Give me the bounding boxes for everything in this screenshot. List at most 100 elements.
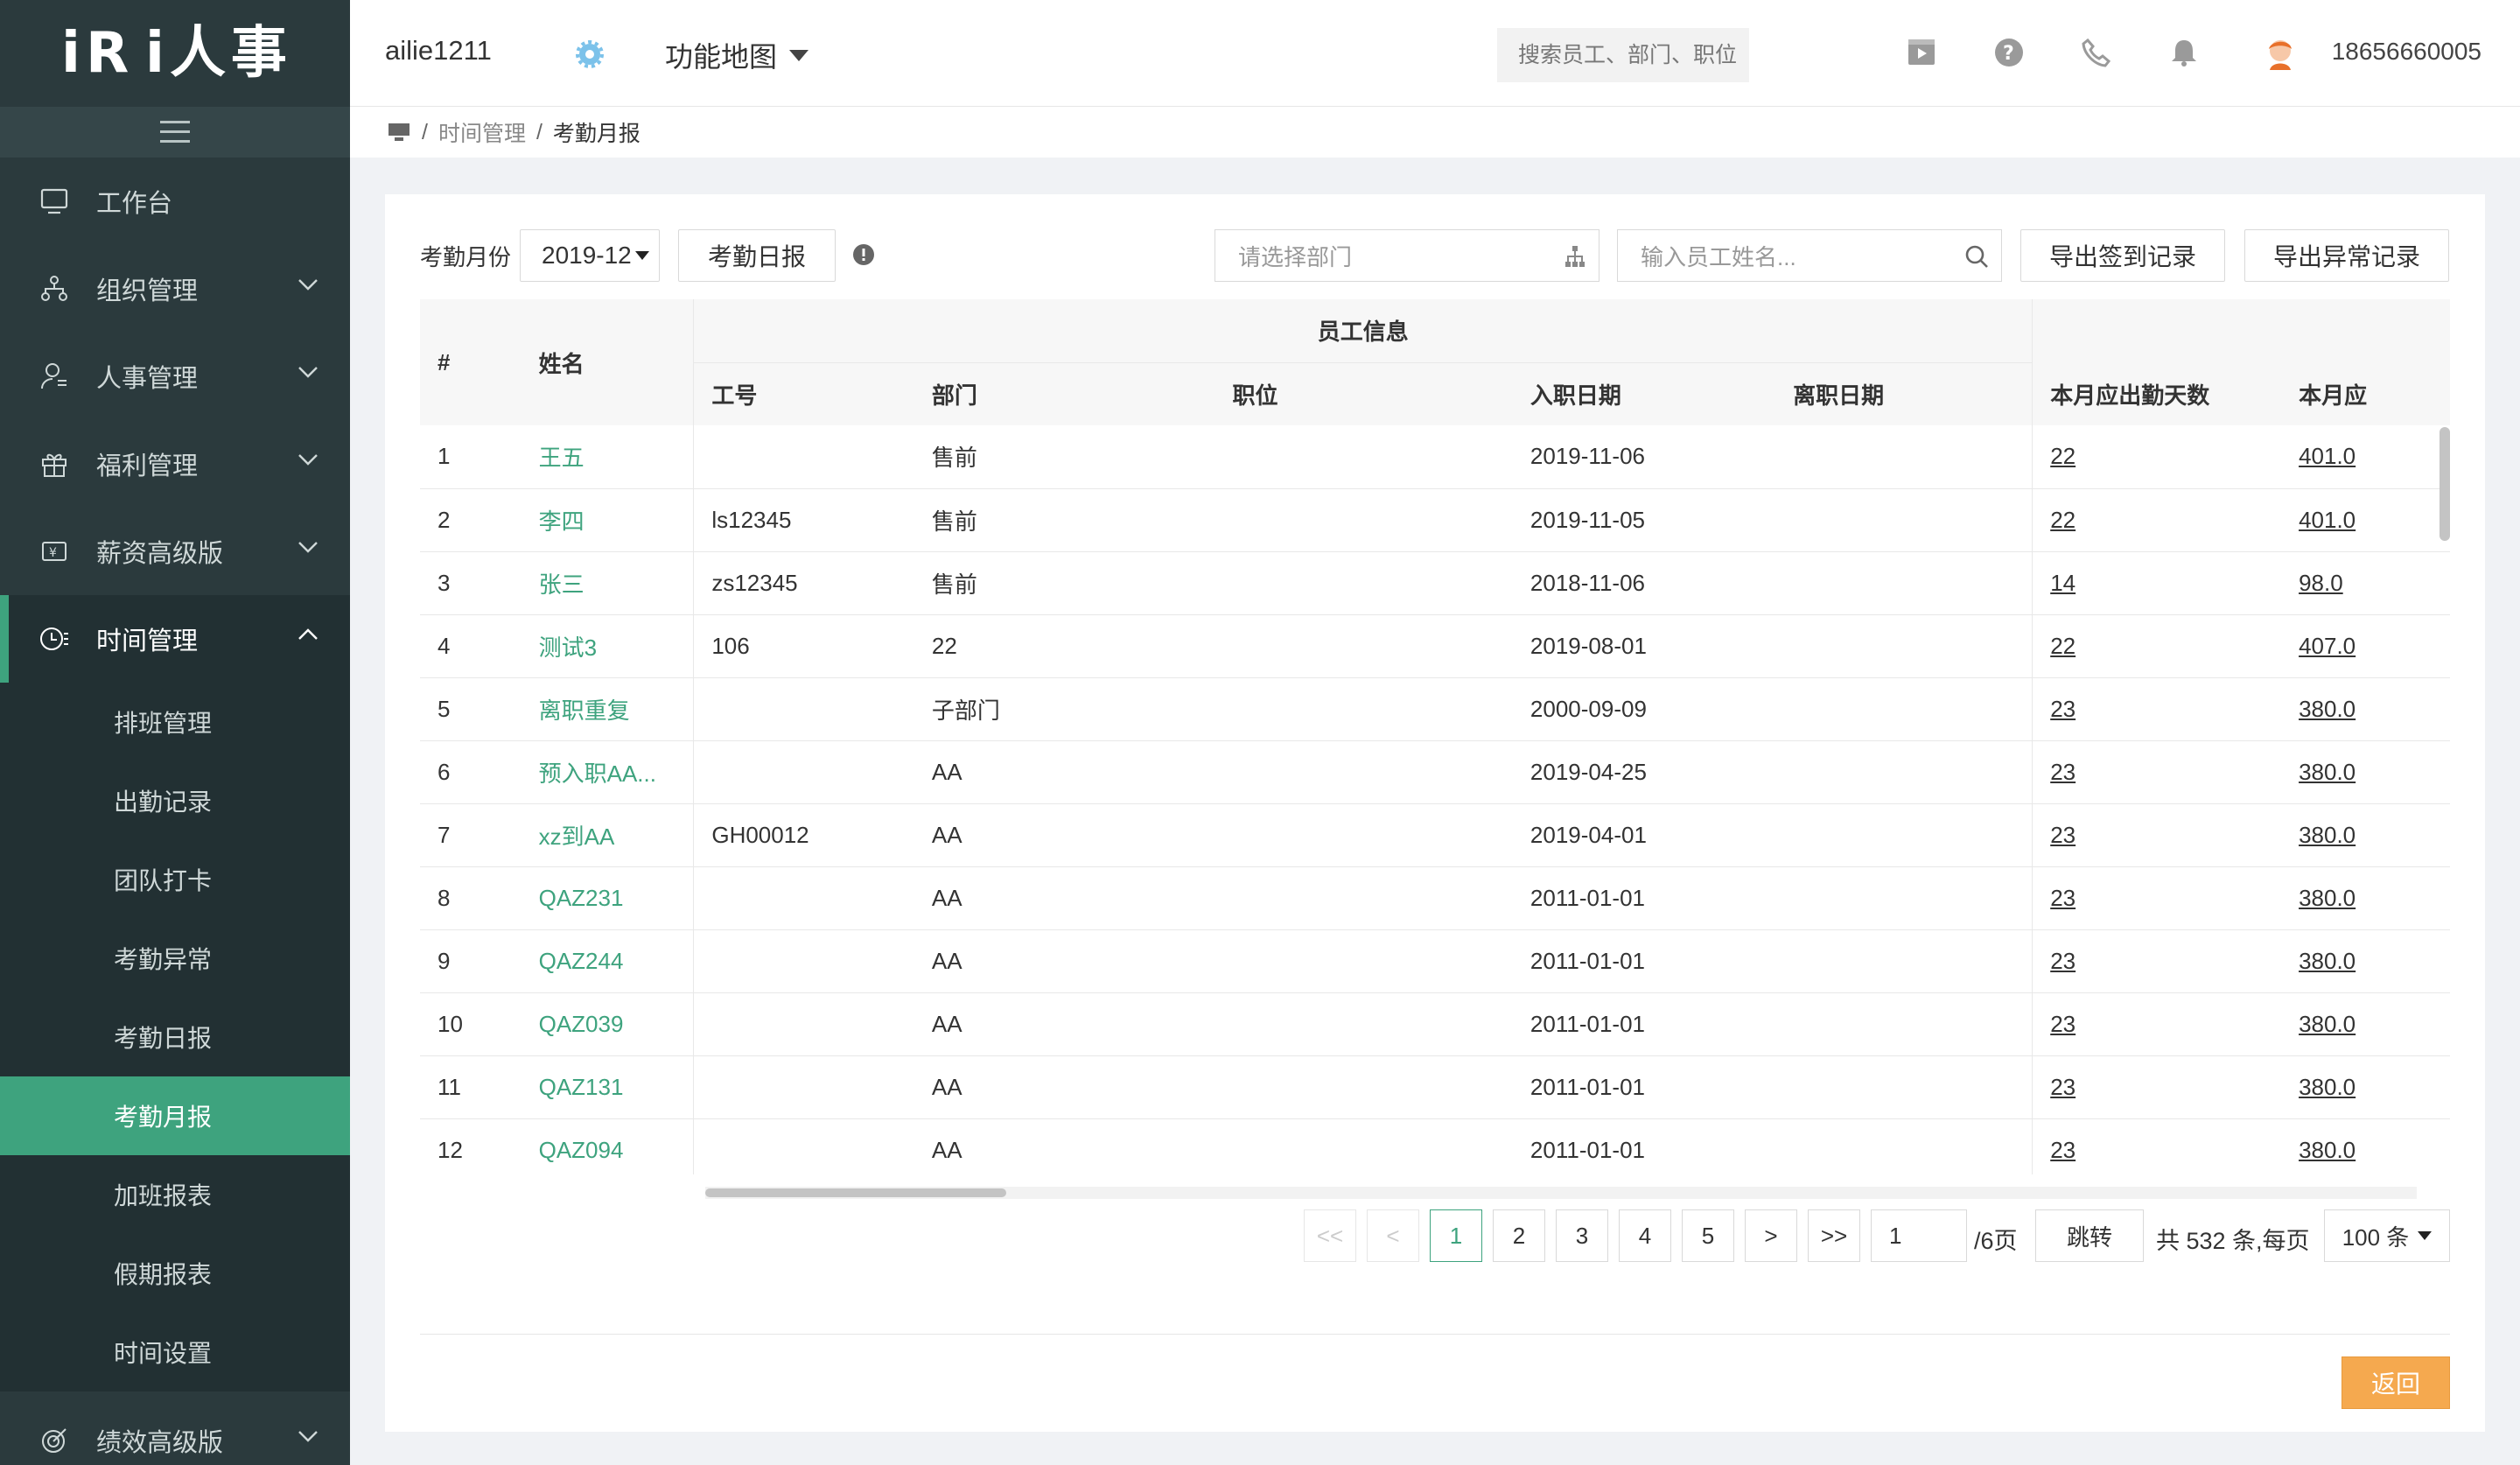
employee-name-link[interactable]: QAZ131	[539, 1074, 624, 1100]
page-size-select[interactable]: 100 条	[2324, 1209, 2450, 1262]
search-icon[interactable]	[1964, 244, 1989, 269]
user-phone[interactable]: 18656660005	[2332, 38, 2482, 66]
attendance-table: # 姓名 员工信息 工号 部门 职位 入职日期 离职日期 本月应出勤天数 本月应…	[420, 299, 2450, 1174]
sidebar-item-performance[interactable]: 绩效高级版	[0, 1397, 350, 1465]
global-search-input[interactable]	[1497, 28, 1749, 82]
daily-report-button[interactable]: 考勤日报	[678, 229, 836, 282]
employee-name-link[interactable]: QAZ094	[539, 1137, 624, 1163]
due-days-link[interactable]: 22	[2050, 633, 2076, 659]
video-icon[interactable]	[1906, 37, 1937, 68]
sidebar-item-welfare[interactable]: 福利管理	[0, 420, 350, 508]
due-hours-link[interactable]: 380.0	[2299, 1137, 2356, 1163]
pagination-first[interactable]: <<	[1304, 1209, 1356, 1262]
employee-name-link[interactable]: xz到AA	[539, 824, 615, 850]
due-days-link[interactable]: 23	[2050, 759, 2076, 785]
due-hours-link[interactable]: 98.0	[2299, 570, 2343, 596]
due-hours-link[interactable]: 380.0	[2299, 759, 2356, 785]
pagination-page-4[interactable]: 4	[1619, 1209, 1671, 1262]
pagination-jump-input[interactable]: 1	[1871, 1209, 1967, 1262]
avatar[interactable]	[2261, 33, 2300, 72]
due-days-link[interactable]: 23	[2050, 1074, 2076, 1100]
function-map-dropdown[interactable]: 功能地图	[665, 35, 809, 75]
pagination-jump-button[interactable]: 跳转	[2035, 1209, 2144, 1262]
due-hours-link[interactable]: 380.0	[2299, 1074, 2356, 1100]
horizontal-scrollbar[interactable]	[705, 1187, 2417, 1199]
employee-name-link[interactable]: QAZ039	[539, 1011, 624, 1037]
due-days-link[interactable]: 14	[2050, 570, 2076, 596]
employee-name-input[interactable]: 输入员工姓名...	[1617, 229, 2002, 282]
pagination-last[interactable]: >>	[1808, 1209, 1860, 1262]
employee-name-link[interactable]: 张三	[539, 571, 584, 598]
pagination-total-pages: /6页	[1974, 1228, 2018, 1254]
export-abnormal-records-button[interactable]: 导出异常记录	[2244, 229, 2449, 282]
person-icon	[38, 361, 70, 392]
pagination-next[interactable]: >	[1745, 1209, 1797, 1262]
pagination-page-2[interactable]: 2	[1493, 1209, 1545, 1262]
due-hours-link[interactable]: 380.0	[2299, 696, 2356, 722]
sidebar-subitem-leave-report[interactable]: 假期报表	[0, 1234, 350, 1313]
due-days-link[interactable]: 23	[2050, 696, 2076, 722]
due-hours-link[interactable]: 407.0	[2299, 633, 2356, 659]
sidebar-subitem-overtime-report[interactable]: 加班报表	[0, 1155, 350, 1234]
due-hours-link[interactable]: 401.0	[2299, 507, 2356, 533]
vertical-scrollbar[interactable]	[2440, 427, 2450, 541]
due-days-link[interactable]: 23	[2050, 1137, 2076, 1163]
sidebar-subitem-shift[interactable]: 排班管理	[0, 683, 350, 761]
due-hours-link[interactable]: 380.0	[2299, 885, 2356, 911]
employee-name-link[interactable]: QAZ244	[539, 948, 624, 974]
table-cell: 5	[420, 677, 522, 741]
pagination-page-1[interactable]: 1	[1430, 1209, 1482, 1262]
sidebar-item-hr[interactable]: 人事管理	[0, 333, 350, 420]
employee-name-link[interactable]: 李四	[539, 508, 584, 535]
sidebar-subitem-monthly-report[interactable]: 考勤月报	[0, 1076, 350, 1155]
employee-name-link[interactable]: 离职重复	[539, 697, 630, 724]
col-header-name: 姓名	[521, 299, 695, 425]
table-cell: 4	[420, 614, 522, 678]
due-days-link[interactable]: 23	[2050, 822, 2076, 848]
sidebar-toggle[interactable]	[0, 107, 350, 158]
sidebar-item-time[interactable]: 时间管理	[0, 595, 350, 683]
pagination-page-3[interactable]: 3	[1556, 1209, 1608, 1262]
company-name[interactable]: ailie1211	[385, 35, 492, 67]
col-header-leave-date: 离职日期	[1775, 362, 2034, 425]
month-select[interactable]: 2019-12	[520, 229, 660, 282]
employee-name-link[interactable]: 王五	[539, 445, 584, 471]
employee-name-link[interactable]: QAZ231	[539, 885, 624, 911]
home-icon[interactable]	[387, 122, 411, 143]
due-hours-link[interactable]: 380.0	[2299, 822, 2356, 848]
due-days-link[interactable]: 23	[2050, 948, 2076, 974]
due-days-link[interactable]: 23	[2050, 885, 2076, 911]
pagination-prev[interactable]: <	[1367, 1209, 1419, 1262]
bell-icon[interactable]	[2168, 37, 2200, 68]
sidebar-subitem-attendance-record[interactable]: 出勤记录	[0, 761, 350, 840]
app-logo[interactable]: iR i人事	[0, 0, 350, 107]
due-hours-link[interactable]: 401.0	[2299, 443, 2356, 469]
gear-icon[interactable]	[574, 39, 606, 70]
phone-icon[interactable]	[2081, 37, 2112, 68]
department-select[interactable]: 请选择部门	[1214, 229, 1600, 282]
sidebar-subitem-team-clockin[interactable]: 团队打卡	[0, 840, 350, 919]
employee-name-link[interactable]: 测试3	[539, 634, 597, 661]
sidebar: iR i人事 工作台 组织管理 人事管理 福利管理 ¥ 薪资高级版 时间管理 排…	[0, 0, 350, 1465]
sidebar-subitem-time-settings[interactable]: 时间设置	[0, 1313, 350, 1391]
due-hours-link[interactable]: 380.0	[2299, 948, 2356, 974]
export-sign-records-button[interactable]: 导出签到记录	[2020, 229, 2225, 282]
sidebar-item-salary[interactable]: ¥ 薪资高级版	[0, 508, 350, 595]
sidebar-subitem-daily-report[interactable]: 考勤日报	[0, 998, 350, 1076]
pagination-page-5[interactable]: 5	[1682, 1209, 1734, 1262]
scrollbar-thumb[interactable]	[705, 1188, 1006, 1197]
employee-name-link[interactable]: 预入职AA...	[539, 761, 656, 787]
info-icon[interactable]	[852, 243, 875, 266]
back-button[interactable]: 返回	[2342, 1356, 2450, 1409]
sidebar-subitem-attendance-exception[interactable]: 考勤异常	[0, 919, 350, 998]
sidebar-item-workbench[interactable]: 工作台	[0, 158, 350, 245]
due-hours-link[interactable]: 380.0	[2299, 1011, 2356, 1037]
due-days-link[interactable]: 22	[2050, 443, 2076, 469]
breadcrumb-section[interactable]: 时间管理	[438, 116, 526, 148]
sidebar-item-org[interactable]: 组织管理	[0, 245, 350, 333]
department: AA	[931, 821, 962, 848]
due-days-link[interactable]: 22	[2050, 507, 2076, 533]
table-row: 12 QAZ094 AA 2011-01-01 23 380.0	[420, 1118, 2450, 1174]
due-days-link[interactable]: 23	[2050, 1011, 2076, 1037]
help-icon[interactable]: ?	[1993, 37, 2025, 68]
